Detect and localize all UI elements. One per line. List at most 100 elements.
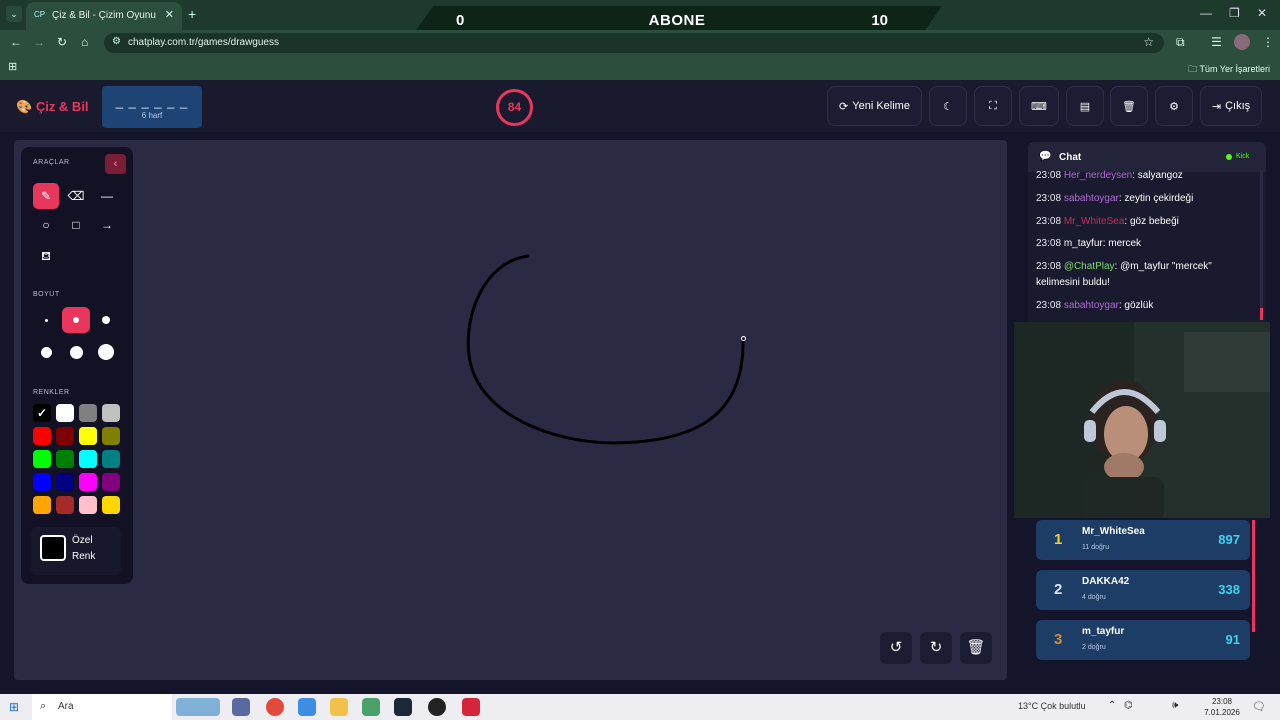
site-info-icon[interactable]: ⚙ [112,36,121,47]
settings-button[interactable]: ⚙ [1155,86,1193,126]
leaderboard-score: 897 [1218,532,1240,547]
chat-username[interactable]: @ChatPlay [1064,261,1115,272]
custom-color-button[interactable]: Özel Renk [31,527,121,575]
minimize-icon[interactable]: — [1200,6,1212,20]
tab-close-icon[interactable]: ✕ [165,8,174,21]
exit-button[interactable]: ⇥ Çıkış [1200,86,1262,126]
rectangle-tool[interactable]: □ [63,212,89,238]
color-swatch[interactable] [33,427,51,445]
color-swatch[interactable] [79,404,97,422]
home-icon[interactable]: ⌂ [81,35,88,49]
back-icon[interactable]: ← [10,35,22,49]
collapse-panel-button[interactable]: ‹ [105,154,126,174]
weather-text[interactable]: 13°C Çok bulutlu [1018,701,1086,711]
color-swatch[interactable] [102,427,120,445]
archive-button[interactable]: ▤ [1066,86,1104,126]
color-swatch[interactable] [56,427,74,445]
size-option-3[interactable] [92,307,120,333]
new-word-button[interactable]: ⟳ Yeni Kelime [827,86,922,126]
tab-search-icon[interactable]: ⌄ [6,6,22,22]
size-option-6[interactable] [92,339,120,365]
chat-username[interactable]: Her_nerdeysen [1064,170,1132,181]
chat-username[interactable]: Mr_WhiteSea [1064,216,1125,227]
drawing-stroke [466,254,745,445]
delete-button[interactable]: 🗑 [1110,86,1148,126]
color-swatch[interactable] [56,473,74,491]
trash-icon: 🗑 [966,639,986,656]
drawing-canvas[interactable]: ↺ ↻ 🗑 [14,140,1007,680]
steam-icon[interactable] [394,698,412,716]
word-length: 6 harf [141,111,163,120]
window-close-icon[interactable]: ✕ [1257,6,1267,20]
chat-username[interactable]: sabahtoygar [1064,193,1119,204]
size-option-2[interactable] [62,307,90,333]
url-input[interactable]: ⚙ chatplay.com.tr/games/drawguess ☆ [104,33,1164,53]
bookmark-star-icon[interactable]: ☆ [1143,35,1154,49]
color-swatch[interactable] [79,496,97,514]
redo-button[interactable]: ↻ [920,632,952,664]
color-swatch[interactable] [56,450,74,468]
store-icon[interactable] [362,698,380,716]
taskbar-search[interactable]: ⌕ Ara [32,694,172,720]
chat-username[interactable]: m_tayfur [1064,238,1103,249]
leaderboard-scrollbar[interactable] [1252,520,1255,632]
size-option-5[interactable] [62,339,90,365]
taskbar-widget-image[interactable] [176,698,220,716]
volume-icon[interactable]: 🕪 [1172,700,1178,711]
profile-avatar[interactable] [1234,34,1250,50]
size-option-1[interactable] [32,307,60,333]
network-icon[interactable]: ⌬ [1124,700,1133,711]
chat-scrollbar[interactable] [1260,170,1263,320]
color-swatch[interactable] [102,404,120,422]
notification-icon[interactable]: 🗨 [1252,700,1266,713]
taskview-icon[interactable] [232,698,250,716]
reload-icon[interactable]: ↻ [57,35,67,49]
color-swatch[interactable] [33,496,51,514]
color-swatch[interactable]: ✓ [33,404,51,422]
eraser-tool[interactable]: ⌫ [63,183,89,209]
circle-tool[interactable]: ○ [33,212,59,238]
keyboard-button[interactable]: ⌨ [1019,86,1059,126]
reading-list-icon[interactable]: ☰ [1211,35,1222,49]
arrow-tool[interactable]: → [94,212,120,238]
size-option-4[interactable] [32,339,60,365]
color-swatch[interactable] [102,473,120,491]
score-center: ABONE [648,12,706,29]
windows-start-icon[interactable]: ⊞ [9,700,19,714]
color-swatch[interactable] [56,496,74,514]
color-swatch[interactable] [102,450,120,468]
all-bookmarks-link[interactable]: 🗀 Tüm Yer İşaretleri [1188,62,1270,78]
undo-button[interactable]: ↺ [880,632,912,664]
browser-tab[interactable]: CP Çiz & Bil - Çizim Oyunu ✕ [26,2,182,30]
color-swatch[interactable] [33,450,51,468]
chat-username[interactable]: sabahtoygar [1064,300,1119,311]
edge-icon[interactable] [298,698,316,716]
chrome-icon[interactable] [266,698,284,716]
taskbar-clock[interactable]: 23:08 7.01.2026 [1204,696,1240,718]
word-dashes: _ _ _ _ _ _ [115,94,189,109]
color-swatch[interactable] [79,473,97,491]
fullscreen-button[interactable]: ⛶ [974,86,1012,126]
restore-icon[interactable]: ❐ [1229,6,1240,20]
tray-chevron-icon[interactable]: ⌃ [1108,700,1116,711]
color-swatch[interactable] [79,450,97,468]
line-tool[interactable]: — [94,183,120,209]
app-logo[interactable]: 🎨 Çiz & Bil [16,99,89,115]
dark-mode-button[interactable]: ☾ [929,86,967,126]
new-tab-icon[interactable]: + [188,6,196,22]
color-swatch[interactable] [102,496,120,514]
color-swatch[interactable] [33,473,51,491]
menu-icon[interactable]: ⋮ [1262,35,1274,49]
pencil-tool[interactable]: ✎ [33,183,59,209]
app-icon[interactable] [462,698,480,716]
fill-tool[interactable]: ⛾ [33,243,59,269]
color-swatch[interactable] [79,427,97,445]
explorer-icon[interactable] [330,698,348,716]
obs-icon[interactable] [428,698,446,716]
color-swatch[interactable] [56,404,74,422]
apps-grid-icon[interactable]: ⊞ [8,60,17,73]
chat-scrollbar-thumb[interactable] [1260,308,1263,320]
clear-canvas-button[interactable]: 🗑 [960,632,992,664]
forward-icon[interactable]: → [33,35,45,49]
extensions-icon[interactable]: ⧉ [1176,35,1185,50]
